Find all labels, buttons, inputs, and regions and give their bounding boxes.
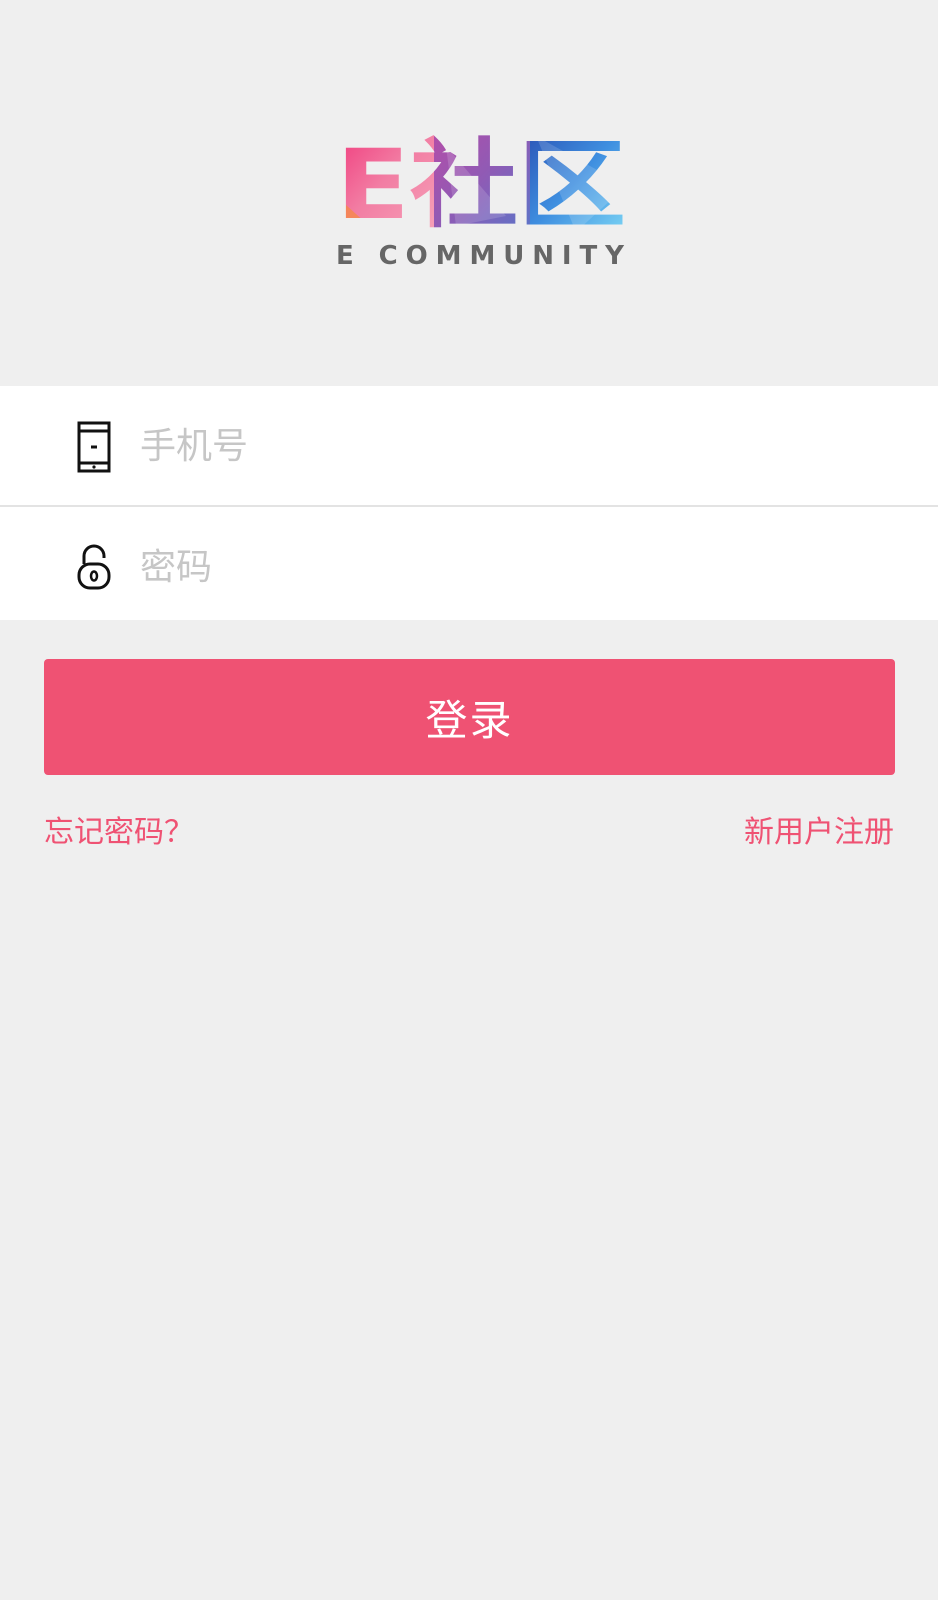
- svg-text:E COMMUNITY: E COMMUNITY: [336, 241, 625, 270]
- logo-mark: E社区: [336, 126, 626, 232]
- login-form: [0, 386, 938, 620]
- phone-row: [0, 386, 938, 502]
- forgot-password-link[interactable]: 忘记密码？: [44, 813, 194, 853]
- password-input[interactable]: [140, 535, 900, 599]
- app-logo: E社区 E COMMUNITY: [0, 126, 938, 276]
- phone-input[interactable]: [140, 414, 900, 478]
- login-button[interactable]: 登录: [44, 659, 895, 775]
- lock-icon: [77, 544, 111, 590]
- phone-icon: [77, 421, 111, 473]
- password-row: [0, 507, 938, 623]
- logo-subtitle: E COMMUNITY: [336, 241, 625, 270]
- register-link[interactable]: 新用户注册: [744, 813, 894, 853]
